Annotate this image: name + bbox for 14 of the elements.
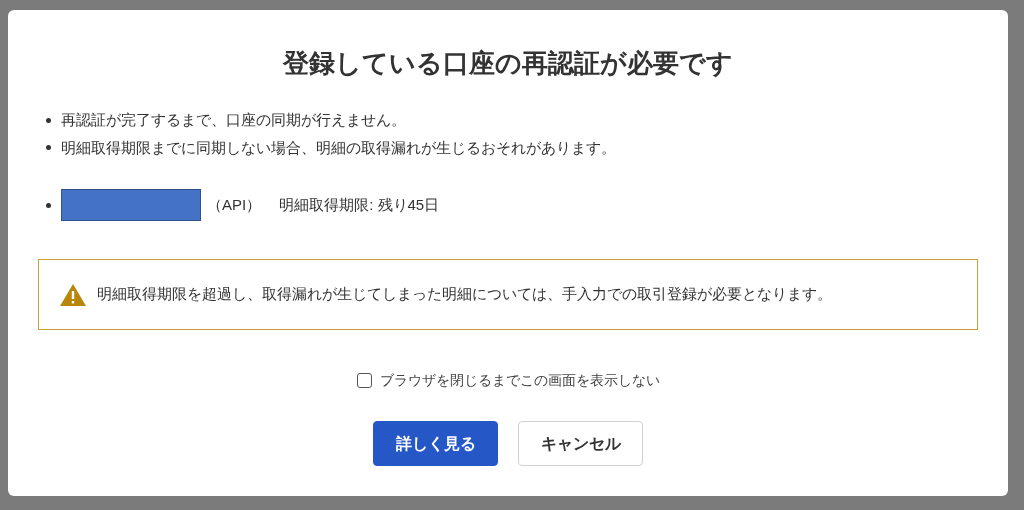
note-text: 再認証が完了するまで、口座の同期が行えません。 <box>61 110 406 130</box>
account-type: （API） <box>207 194 262 215</box>
checkbox[interactable] <box>356 373 372 388</box>
bullet-icon <box>46 145 51 151</box>
note-text: 明細取得期限までに同期しない場合、明細の取得漏れが生じるおそれがあります。 <box>61 137 616 158</box>
bullet-icon <box>46 117 51 123</box>
deadline-text: 明細取得期限: 残り45日 <box>279 194 440 215</box>
warning-icon <box>59 282 87 307</box>
warning-text: 明細取得期限を超過し、取得漏れが生じてしまった明細については、手入力での取引登録が必要となります。 <box>97 284 832 305</box>
checkbox-label: ブラウザを閉じるまでこの画面を表示しない <box>379 371 660 390</box>
cancel-button[interactable]: キャンセル <box>518 421 643 466</box>
details-button[interactable]: 詳しく見る <box>373 421 498 466</box>
dialog-title: 登録している口座の再認証が必要です <box>283 47 733 80</box>
bullet-icon <box>46 202 51 208</box>
